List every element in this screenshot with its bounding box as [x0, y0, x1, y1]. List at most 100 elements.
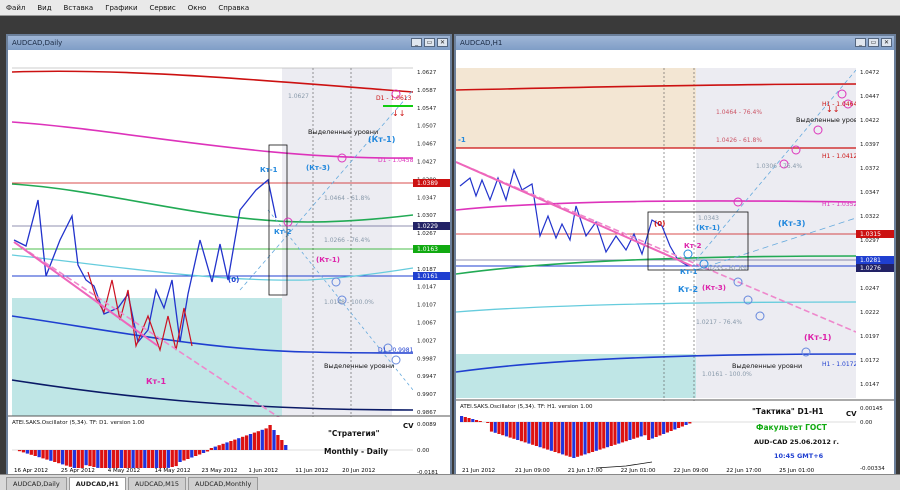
fib-label: 1.0161 - 100.0%: [702, 371, 752, 378]
osc-bar: [57, 450, 61, 464]
osc-bar: [41, 450, 45, 459]
menu-item-3[interactable]: Графики: [105, 4, 137, 12]
menu-item-1[interactable]: Вид: [37, 4, 51, 12]
fib-label: 1.0148 - 100.0%: [324, 299, 374, 306]
minimize-icon[interactable]: _: [855, 38, 866, 47]
osc-bar: [29, 450, 33, 455]
price-tick: 1.0467: [417, 142, 437, 148]
close-icon[interactable]: ✕: [437, 38, 448, 47]
osc-bar: [92, 450, 96, 467]
menu-item-0[interactable]: Файл: [6, 4, 25, 12]
daily-chart-svg[interactable]: ↓↓ Выделенные уровни Выделенные уровни К…: [8, 50, 450, 476]
price-tick: 0.9987: [417, 356, 437, 362]
close-icon[interactable]: ✕: [881, 38, 892, 47]
chart-tab[interactable]: AUDCAD,Monthly: [188, 477, 259, 490]
price-tick: 1.0322: [860, 214, 879, 220]
price-tick: 1.0307: [417, 213, 437, 219]
menu-bar: Файл Вид Вставка Графики Сервис Окно Справка: [0, 0, 900, 16]
osc-bar: [650, 422, 654, 439]
price-tick: 1.0347: [860, 190, 880, 196]
chart-window-daily[interactable]: AUDCAD,Daily _ ▭ ✕ ↓↓ Выделенные уровни …: [6, 34, 452, 478]
osc-bar: [37, 450, 41, 458]
osc-bar: [45, 450, 49, 460]
osc-bar: [64, 450, 69, 466]
osc-bar: [508, 422, 512, 438]
osc-pair-date: AUD-CAD 25.06.2012 г.: [754, 438, 839, 446]
chart-tab[interactable]: AUDCAD,Daily: [6, 477, 67, 490]
osc-cv: CV: [846, 410, 857, 418]
price-tick: 1.0197: [860, 334, 880, 340]
price-tick: 1.0627: [417, 70, 437, 76]
osc-bar: [512, 422, 516, 439]
price-tick: 1.0372: [860, 166, 879, 172]
price-tick: 1.0547: [417, 106, 437, 112]
osc-bar: [68, 450, 73, 467]
label-kt1: Кт-1: [680, 268, 698, 276]
osc-bar: [516, 422, 520, 440]
label-kt2: Кт-2: [274, 228, 292, 236]
osc-bar: [576, 422, 580, 457]
osc-bar: [549, 422, 553, 451]
window-titlebar[interactable]: AUDCAD,H1 _ ▭ ✕: [456, 36, 894, 50]
price-chart-h1[interactable]: ↓↓ Выделенные уровни Выделенные уровни -…: [456, 50, 894, 476]
osc-tactic: "Тактика" D1-H1: [752, 407, 824, 416]
menu-item-2[interactable]: Вставка: [64, 4, 94, 12]
osc-bar: [229, 441, 233, 450]
osc-bar: [186, 450, 190, 459]
osc-bar: [471, 419, 475, 422]
osc-scale: 0.0089: [417, 422, 437, 428]
restore-icon[interactable]: ▭: [868, 38, 879, 47]
price-tag-text: 1.0229: [417, 223, 438, 230]
menu-item-4[interactable]: Сервис: [150, 4, 176, 12]
price-chart-daily[interactable]: ↓↓ Выделенные уровни Выделенные уровни К…: [8, 50, 450, 476]
osc-bar: [201, 450, 206, 453]
osc-bar: [688, 422, 692, 424]
osc-bar: [590, 422, 595, 452]
osc-bar: [25, 450, 30, 454]
osc-bar: [478, 421, 482, 422]
osc-scale: 0.00: [860, 420, 873, 426]
osc-bar: [84, 450, 88, 466]
chart-window-h1[interactable]: AUDCAD,H1 _ ▭ ✕ ↓↓ Выделенные уровни Выд…: [454, 34, 896, 478]
menu-item-6[interactable]: Справка: [218, 4, 249, 12]
osc-bar: [677, 422, 681, 428]
osc-cv: CV: [403, 422, 414, 430]
osc-bar: [557, 422, 561, 454]
price-tick: 1.0107: [417, 303, 437, 309]
osc-bar: [213, 446, 217, 450]
osc-bar: [617, 422, 621, 444]
label-kt2-blue: Кт-2: [678, 285, 698, 294]
minimize-icon[interactable]: _: [411, 38, 422, 47]
window-titlebar[interactable]: AUDCAD,Daily _ ▭ ✕: [8, 36, 450, 50]
osc-bar: [680, 422, 684, 427]
osc-bar: [531, 422, 535, 445]
osc-bar: [237, 438, 241, 450]
price-tick: 0.9947: [417, 374, 437, 380]
price-tick: 1.0147: [860, 382, 880, 388]
label-kt1-pink: (Кт-1): [804, 333, 831, 342]
restore-icon[interactable]: ▭: [424, 38, 435, 47]
price-tick: 1.0507: [417, 124, 437, 130]
d1-label: D1 - 1.0613: [376, 95, 412, 102]
osc-bar: [96, 450, 100, 468]
osc-bar: [248, 434, 253, 450]
d1-label: D1 - 1.0458: [378, 157, 414, 164]
osc-bar: [624, 422, 628, 442]
menu-item-5[interactable]: Окно: [188, 4, 207, 12]
price-tag-text: 1.0389: [417, 180, 438, 187]
label-kt1-paren: (Кт-1): [316, 256, 340, 264]
fib-label: 1.0464 - 61.8%: [324, 195, 370, 202]
price-tick: 1.0027: [417, 338, 437, 344]
osc-bar: [104, 450, 108, 470]
chart-tab[interactable]: AUDCAD,M15: [127, 477, 187, 490]
workspace: AUDCAD,Daily _ ▭ ✕ ↓↓ Выделенные уровни …: [0, 16, 900, 478]
h1-chart-svg[interactable]: ↓↓ Выделенные уровни Выделенные уровни -…: [456, 50, 894, 476]
price-tag-text: 1.0281: [860, 257, 881, 264]
osc-bar: [474, 420, 479, 422]
chart-tab[interactable]: AUDCAD,H1: [68, 477, 126, 490]
osc-bar: [72, 450, 77, 468]
label-kt1-paren: (Кт-1): [696, 224, 720, 232]
price-tick: 1.0472: [860, 70, 879, 76]
label-kt3: (Кт-3): [778, 219, 805, 228]
label-kt3: (Кт-3): [306, 164, 330, 172]
